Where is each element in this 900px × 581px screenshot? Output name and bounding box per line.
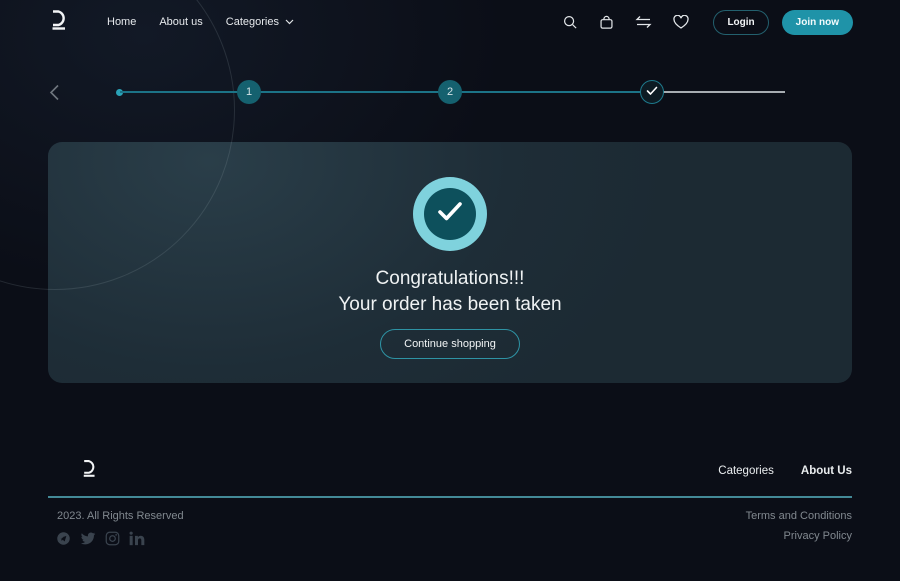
header-icon-group bbox=[563, 15, 690, 30]
nav-item-about[interactable]: About us bbox=[159, 16, 202, 28]
login-button[interactable]: Login bbox=[713, 9, 769, 35]
footer-nav: Categories About Us bbox=[718, 465, 852, 477]
success-badge-inner bbox=[424, 188, 476, 240]
social-icons bbox=[56, 531, 145, 546]
confirmation-card: Congratulations!!! Your order has been t… bbox=[48, 142, 852, 383]
top-navbar: Home About us Categories Login Join now bbox=[0, 0, 900, 44]
telegram-icon[interactable] bbox=[56, 531, 71, 546]
chevron-down-icon bbox=[285, 16, 294, 28]
order-confirmation-page: Home About us Categories Login Join now … bbox=[0, 0, 900, 581]
stepper-track-completed bbox=[120, 91, 652, 93]
success-badge bbox=[413, 177, 487, 251]
wishlist-heart-icon[interactable] bbox=[673, 15, 690, 29]
logo-icon bbox=[47, 9, 69, 35]
nav-about-label: About us bbox=[159, 16, 203, 28]
stepper-step-2[interactable]: 2 bbox=[438, 80, 462, 104]
main-nav: Home About us Categories bbox=[107, 16, 294, 28]
congrats-title: Congratulations!!! bbox=[375, 268, 525, 289]
footer-link-categories[interactable]: Categories bbox=[718, 465, 774, 477]
instagram-icon[interactable] bbox=[105, 531, 120, 546]
shopping-bag-icon[interactable] bbox=[599, 15, 614, 30]
stepper-step-1[interactable]: 1 bbox=[237, 80, 261, 104]
step-2-label: 2 bbox=[446, 86, 454, 98]
order-taken-subtitle: Your order has been taken bbox=[338, 294, 562, 315]
twitter-icon[interactable] bbox=[80, 532, 96, 546]
privacy-policy-link[interactable]: Privacy Policy bbox=[784, 530, 852, 542]
stepper-step-3[interactable] bbox=[640, 80, 664, 104]
nav-item-home[interactable]: Home bbox=[107, 16, 136, 28]
brand-logo[interactable] bbox=[47, 9, 69, 35]
copyright-text: 2023. All Rights Reserved bbox=[57, 510, 184, 522]
terms-and-conditions-link[interactable]: Terms and Conditions bbox=[746, 510, 852, 522]
checkout-stepper: 1 2 bbox=[0, 72, 900, 112]
stepper-track-remaining bbox=[652, 91, 785, 93]
linkedin-icon[interactable] bbox=[129, 531, 145, 546]
continue-shopping-button[interactable]: Continue shopping bbox=[380, 329, 520, 359]
nav-home-label: Home bbox=[107, 16, 137, 28]
search-icon[interactable] bbox=[563, 15, 578, 30]
footer-brand-logo[interactable] bbox=[79, 458, 98, 483]
compare-arrows-icon[interactable] bbox=[635, 15, 653, 29]
check-icon bbox=[437, 201, 463, 227]
footer-link-about-us[interactable]: About Us bbox=[801, 465, 852, 477]
nav-item-categories[interactable]: Categories bbox=[226, 16, 294, 28]
step-1-label: 1 bbox=[245, 86, 253, 98]
join-now-button[interactable]: Join now bbox=[781, 9, 853, 35]
nav-categories-label: Categories bbox=[225, 16, 279, 28]
footer-divider bbox=[48, 496, 852, 498]
logo-icon bbox=[79, 460, 98, 482]
back-chevron-icon[interactable] bbox=[49, 84, 60, 106]
check-icon bbox=[646, 86, 658, 99]
